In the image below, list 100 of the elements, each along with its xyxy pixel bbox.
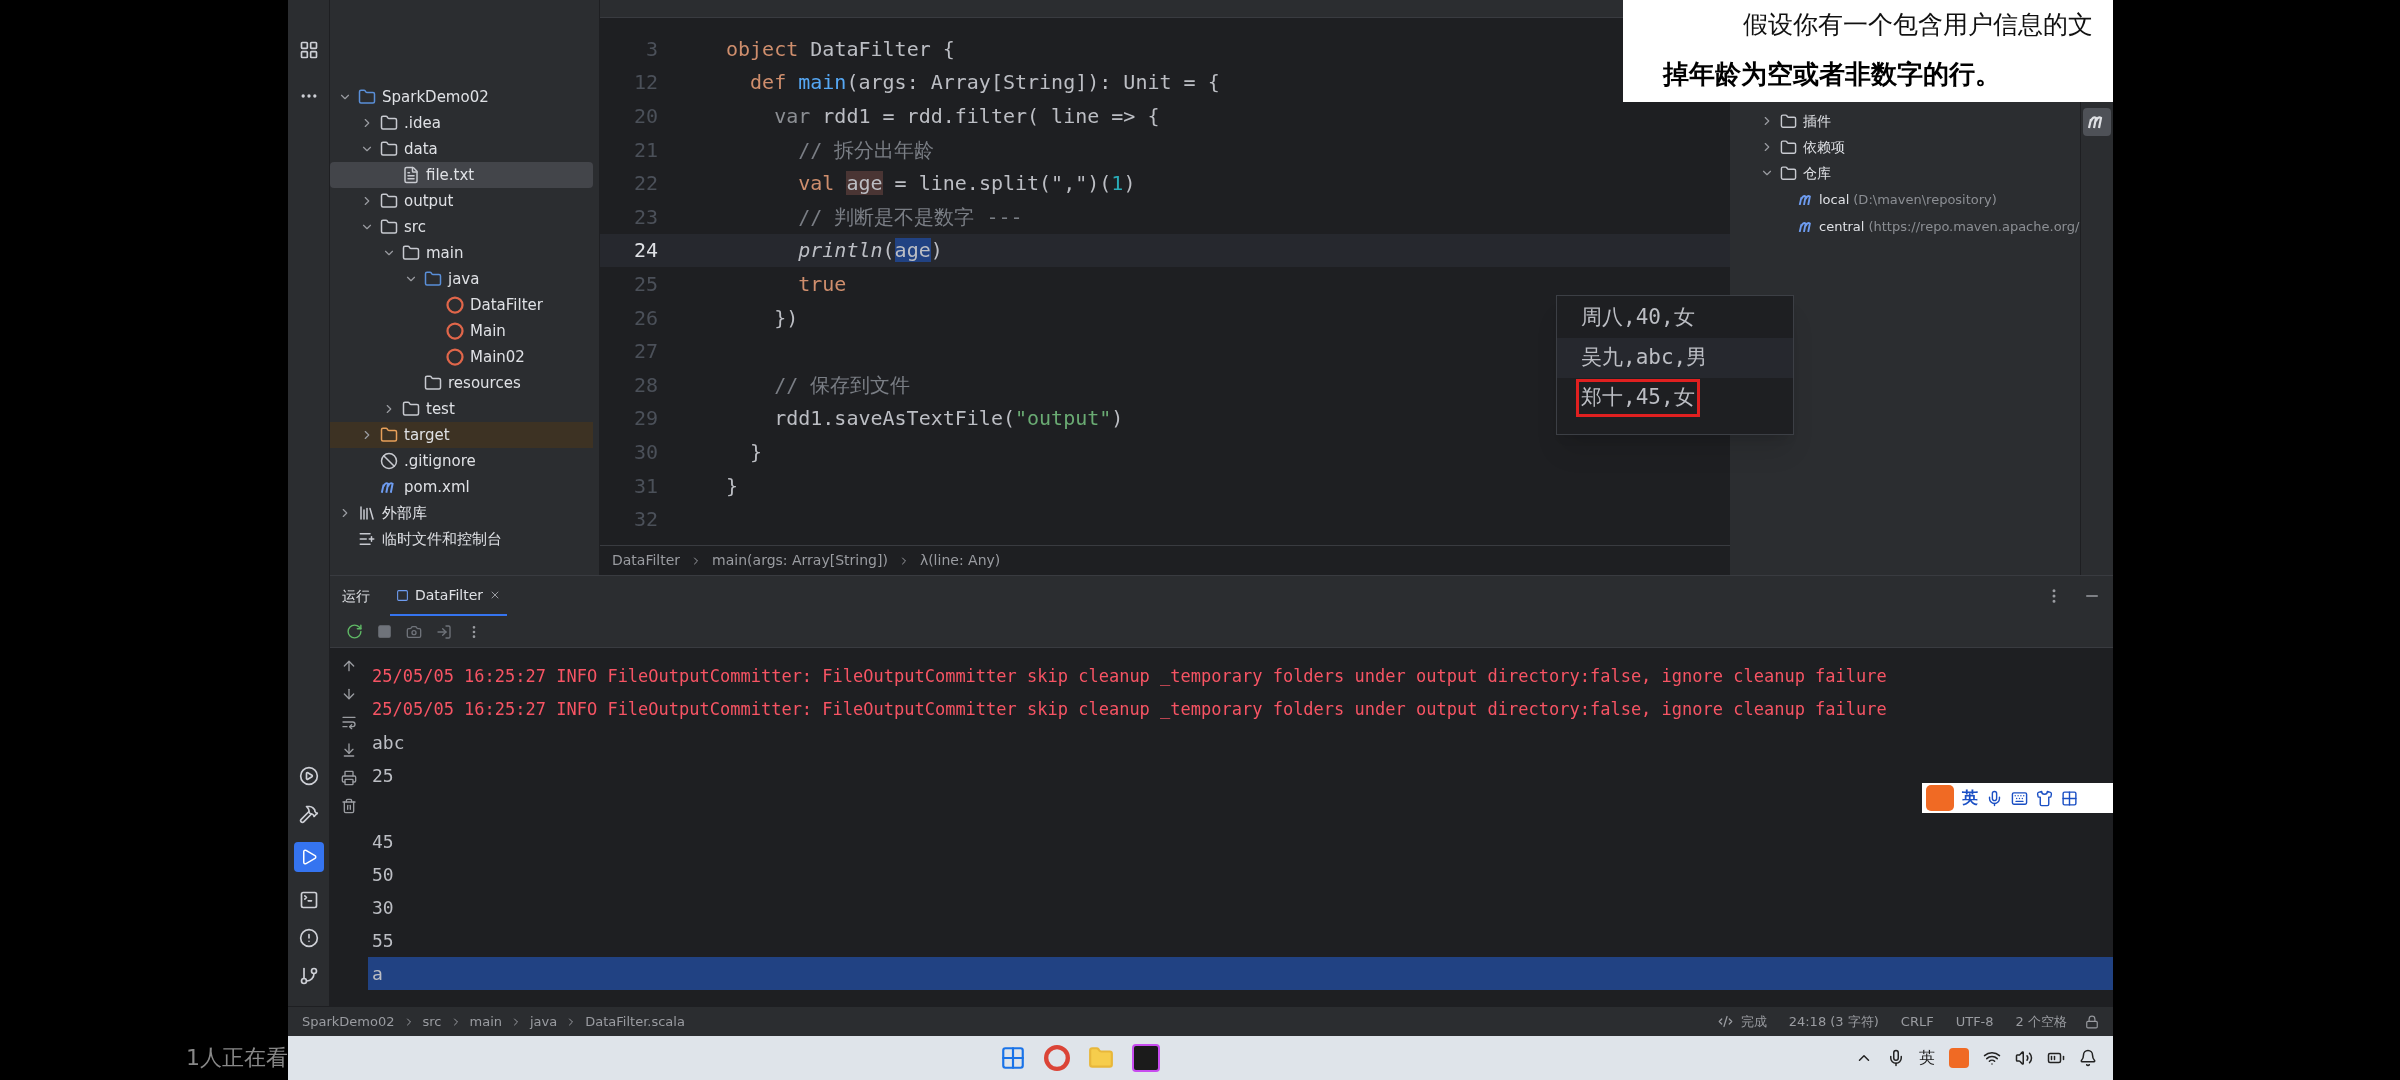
tree-item[interactable]: pom.xml (330, 474, 593, 500)
folder-icon (380, 114, 398, 132)
notification-icon[interactable] (2079, 1049, 2097, 1067)
tree-item[interactable]: output (330, 188, 593, 214)
lock-icon[interactable] (2085, 1014, 2099, 1029)
folder-icon (424, 270, 442, 288)
grid-icon[interactable] (2061, 789, 2078, 807)
maven-tool-button[interactable] (2083, 108, 2111, 136)
microphone-icon[interactable] (1887, 1049, 1905, 1067)
console-line: 30 (372, 896, 394, 920)
tree-item[interactable]: resources (330, 370, 593, 396)
code-line: }) (773, 304, 799, 332)
soft-wrap-icon[interactable] (341, 714, 357, 730)
path-segment[interactable]: SparkDemo02 (302, 1011, 395, 1032)
camera-icon[interactable] (406, 623, 422, 640)
wifi-icon[interactable] (1983, 1049, 2001, 1067)
tree-item[interactable]: java (330, 266, 593, 292)
problems-icon[interactable] (298, 928, 319, 948)
breadcrumb[interactable]: main(args: Array[String]) (712, 550, 888, 571)
code-line: true (797, 270, 847, 298)
shirt-icon[interactable] (2036, 789, 2053, 807)
code-line: val age = line.split(",")(1) (797, 170, 1136, 198)
scroll-to-end-icon[interactable] (341, 742, 357, 758)
structure-icon[interactable] (298, 40, 319, 60)
console-line: 25/05/05 16:25:27 INFO FileOutputCommitter: FileOutputCommitter skip cleanup _temporary folders under output directory:false, ignore cleanup failure (372, 697, 1887, 721)
caption-line: 假设你有一个包含用户信息的文 (1743, 8, 2093, 41)
tree-item[interactable]: 外部库 (330, 500, 593, 526)
breadcrumb[interactable]: λ(line: Any) (919, 550, 1001, 571)
console-line: 50 (372, 863, 394, 887)
code-line: var rdd1 = rdd.filter( line => { (773, 103, 1160, 130)
path-segment[interactable]: DataFilter.scala (585, 1011, 685, 1032)
windows-start-icon[interactable] (999, 1045, 1026, 1071)
breadcrumb[interactable]: DataFilter (612, 550, 681, 571)
code-line: def main(args: Array[String]): Unit = { (749, 69, 1220, 97)
tree-item[interactable]: SparkDemo02 (330, 84, 593, 110)
console-line: 45 (372, 830, 394, 854)
indent-setting[interactable]: 2 个空格 (2015, 1011, 2067, 1032)
code-line: // 保存到文件 (773, 371, 911, 399)
print-icon[interactable] (341, 770, 357, 786)
text-file-icon (402, 166, 420, 184)
console-line: 25 (372, 764, 394, 788)
tree-item[interactable]: main (330, 240, 593, 266)
tree-item[interactable]: target (330, 422, 593, 448)
terminal-icon[interactable] (298, 890, 319, 910)
line-ending[interactable]: CRLF (1900, 1011, 1934, 1032)
console-line: 55 (372, 929, 394, 953)
hammer-icon[interactable] (298, 804, 319, 824)
git-branch-icon[interactable] (298, 966, 319, 986)
stop-icon[interactable] (377, 624, 392, 639)
object-icon (446, 296, 464, 314)
microphone-icon[interactable] (1986, 789, 2003, 807)
input-language[interactable]: 英 (1919, 1046, 1935, 1070)
rerun-icon[interactable] (346, 623, 363, 640)
keyboard-icon[interactable] (2011, 789, 2028, 807)
path-segment[interactable]: java (530, 1011, 558, 1032)
tree-item[interactable]: DataFilter (330, 292, 593, 318)
repository-name[interactable]: central (1819, 216, 1865, 237)
tree-item[interactable]: file.txt (330, 162, 593, 188)
tree-item[interactable]: 临时文件和控制台 (330, 526, 593, 552)
tree-item[interactable]: Main02 (330, 344, 593, 370)
maven-tree-item[interactable]: 插件 (1760, 108, 2080, 134)
run-tool-button[interactable] (293, 842, 324, 872)
code-line: } (726, 472, 739, 500)
trash-icon[interactable] (341, 798, 357, 814)
window-icon (396, 588, 409, 602)
services-icon[interactable] (298, 766, 319, 786)
panel-title: 运行 (342, 586, 370, 606)
repository-path: (D:\maven\repository) (1853, 190, 1997, 209)
cursor-position[interactable]: 24:18 (3 字符) (1788, 1011, 1879, 1032)
code-line: } (749, 438, 763, 466)
input-mode[interactable]: 英 (1962, 786, 1978, 810)
volume-icon[interactable] (2015, 1049, 2033, 1067)
repository-name[interactable]: local (1819, 189, 1850, 210)
path-segment[interactable]: src (422, 1011, 442, 1032)
tree-item[interactable]: src (330, 214, 593, 240)
folder-icon (402, 244, 420, 262)
file-line: 郑十,45,女 (1579, 382, 1697, 414)
tree-item[interactable]: data (330, 136, 593, 162)
maven-tree-item[interactable]: 仓库 (1760, 160, 2080, 186)
tree-item[interactable]: .idea (330, 110, 593, 136)
code-line: // 拆分出年龄 (797, 136, 935, 164)
ignore-icon (380, 452, 398, 470)
code-line: object DataFilter { (726, 35, 955, 63)
file-line: 吴九,abc,男 (1580, 344, 1709, 372)
library-icon (358, 504, 376, 522)
code-line: rdd1.saveAsTextFile("output") (773, 405, 1124, 433)
code-icon (1717, 1014, 1733, 1029)
folder-icon (1780, 164, 1797, 182)
object-icon (446, 322, 464, 340)
tree-item[interactable]: Main (330, 318, 593, 344)
status-text: 完成 (1740, 1012, 1767, 1031)
encoding[interactable]: UTF-8 (1955, 1011, 1994, 1032)
path-segment[interactable]: main (469, 1011, 502, 1032)
file-line: 周八,40,女 (1580, 304, 1696, 332)
maven-tree-item[interactable]: 依赖项 (1760, 134, 2080, 160)
exit-icon[interactable] (436, 623, 452, 640)
object-icon (446, 348, 464, 366)
folder-icon (380, 140, 398, 158)
tree-item[interactable]: .gitignore (330, 448, 593, 474)
tree-item[interactable]: test (330, 396, 593, 422)
